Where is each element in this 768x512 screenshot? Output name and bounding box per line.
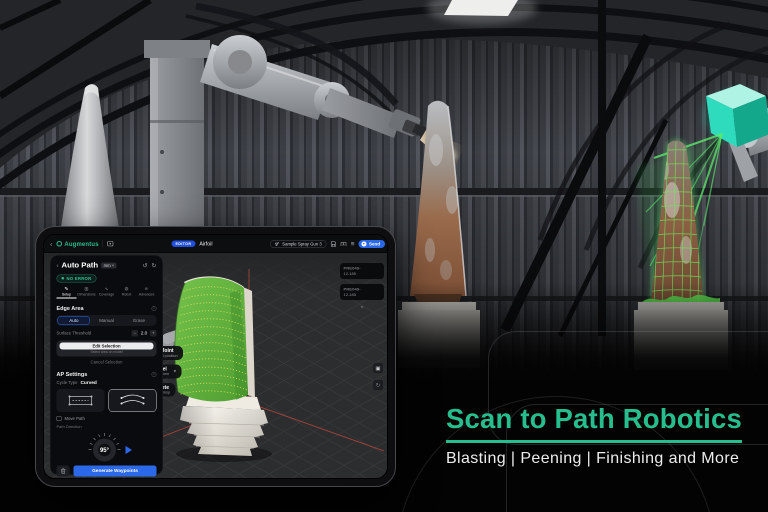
send-arrow-icon: ▸ bbox=[361, 241, 366, 246]
panel-back-icon[interactable]: ‹ bbox=[57, 262, 59, 269]
brand-mark-icon bbox=[56, 241, 62, 247]
info-card[interactable]: PRE049- 12-185 bbox=[340, 284, 384, 300]
plus-button[interactable]: + bbox=[150, 330, 157, 337]
cycle-type-value: Curved bbox=[80, 380, 96, 386]
info-card-line: PRE049- bbox=[344, 266, 381, 271]
tab-label: Robot bbox=[117, 293, 137, 297]
info-icon[interactable]: i bbox=[152, 306, 157, 311]
brand-logo: Augmentus bbox=[56, 240, 98, 247]
headline-underline bbox=[446, 440, 742, 443]
blade-model[interactable] bbox=[175, 276, 255, 401]
send-button[interactable]: ▸ Send bbox=[358, 240, 385, 248]
path-direction-label: Path Direction bbox=[57, 424, 157, 429]
spray-gun-label: Sample Spray Gun 3 bbox=[282, 241, 321, 246]
dimensions-icon: ⊞ bbox=[77, 286, 97, 292]
cycle-type-label: Cycle Type bbox=[57, 380, 78, 385]
mode-badge: EDITOR bbox=[171, 241, 195, 248]
threshold-label: Surface Threshold bbox=[57, 331, 130, 336]
tab-label: Dimensions bbox=[77, 293, 97, 297]
back-icon[interactable]: ‹ bbox=[50, 240, 52, 247]
tab-label: Advanced bbox=[137, 293, 157, 297]
cancel-selection-button[interactable]: Cancel Selection bbox=[57, 359, 157, 364]
info-icon[interactable]: i bbox=[152, 372, 157, 377]
workspace-icon[interactable] bbox=[107, 241, 114, 247]
minus-button[interactable]: − bbox=[132, 330, 139, 337]
info-cards: PRE049- 12-185 PRE049- 12-185 ▾ bbox=[340, 263, 384, 310]
tab-advanced[interactable]: ≡ Advanced bbox=[137, 286, 157, 298]
pencil-icon: ✎ bbox=[57, 286, 77, 292]
status-badge: NO ERROR bbox=[57, 274, 97, 282]
brand-name: Augmentus bbox=[64, 240, 98, 247]
info-card-line: 12-185 bbox=[344, 272, 381, 277]
move-path-checkbox[interactable] bbox=[57, 416, 62, 421]
marketing-banner: Scan to Path Robotics Blasting | Peening… bbox=[0, 0, 768, 512]
chevron-down-icon[interactable]: ▾ bbox=[340, 305, 384, 310]
info-card-line: PRE049- bbox=[344, 287, 381, 292]
flat-path-option[interactable] bbox=[57, 389, 105, 412]
edge-area-heading: Edge Area bbox=[57, 305, 84, 311]
panel-tabs: ✎ Setup ⊞ Dimensions ∿ Coverage ⚙ bbox=[57, 286, 157, 298]
panel-title: Auto Path bbox=[62, 261, 99, 270]
status-label: NO ERROR bbox=[67, 276, 92, 281]
status-dot-icon bbox=[62, 277, 65, 280]
tab-robot[interactable]: ⚙ Robot bbox=[117, 286, 137, 298]
edit-selection-button[interactable]: Edit Selection bbox=[60, 342, 154, 349]
headline-block: Scan to Path Robotics Blasting | Peening… bbox=[446, 403, 742, 468]
chevron-down-icon: ▾ bbox=[174, 369, 176, 375]
coverage-icon: ∿ bbox=[97, 286, 117, 292]
tab-coverage[interactable]: ∿ Coverage bbox=[97, 286, 117, 298]
save-icon[interactable] bbox=[331, 241, 337, 247]
tab-dimensions[interactable]: ⊞ Dimensions bbox=[77, 286, 97, 298]
move-path-label: Move Path bbox=[65, 416, 85, 421]
view-cube-icon[interactable]: ▣ bbox=[373, 363, 383, 373]
project-name: Airfoil bbox=[199, 241, 212, 247]
sliders-icon: ≡ bbox=[137, 286, 157, 292]
edit-selection-block: Edit Selection Select area on model bbox=[57, 340, 157, 356]
subheadline: Blasting | Peening | Finishing and More bbox=[446, 450, 742, 468]
headline: Scan to Path Robotics bbox=[446, 403, 742, 435]
app-topbar: ‹ Augmentus EDITOR Airfoil Sa bbox=[44, 235, 388, 253]
chevron-down-icon: ▾ bbox=[112, 264, 114, 268]
units-dropdown[interactable]: mm ▾ bbox=[101, 263, 116, 269]
mode-manual[interactable]: Manual bbox=[90, 316, 123, 325]
discard-button[interactable] bbox=[57, 465, 70, 476]
generate-waypoints-button[interactable]: Generate Waypoints bbox=[74, 465, 157, 476]
play-icon[interactable] bbox=[126, 446, 133, 454]
mode-auto[interactable]: Auto bbox=[58, 316, 91, 325]
ap-settings-heading: AP Settings bbox=[57, 371, 88, 377]
edit-selection-caption: Select area on model bbox=[60, 350, 154, 354]
redo-icon[interactable]: ↻ bbox=[151, 262, 156, 269]
spray-gun-selector[interactable]: Sample Spray Gun 3 bbox=[270, 240, 326, 248]
tablet-screen: ‹ Augmentus EDITOR Airfoil Sa bbox=[43, 234, 388, 479]
auto-path-panel: ‹ Auto Path mm ▾ ↺ ↻ bbox=[50, 255, 163, 475]
orbit-icon[interactable]: ↻ bbox=[373, 380, 383, 390]
edge-mode-segmented: Auto Manual Erase bbox=[57, 315, 157, 326]
robot-cell-icon[interactable] bbox=[341, 241, 347, 247]
info-card[interactable]: PRE049- 12-185 bbox=[340, 263, 384, 279]
curved-path-option[interactable] bbox=[109, 389, 157, 412]
tab-setup[interactable]: ✎ Setup bbox=[57, 286, 77, 298]
angle-value: 95° bbox=[100, 448, 110, 454]
menu-icon[interactable]: ≡ bbox=[351, 241, 355, 248]
path-direction-dial[interactable]: 95° bbox=[57, 429, 157, 465]
divider bbox=[103, 240, 104, 248]
undo-icon[interactable]: ↺ bbox=[142, 262, 147, 269]
send-label: Send bbox=[369, 241, 380, 246]
info-card-line: 12-185 bbox=[344, 293, 381, 298]
threshold-value[interactable]: 2.0 bbox=[140, 330, 148, 336]
tab-label: Coverage bbox=[97, 293, 117, 297]
gear-icon: ⚙ bbox=[117, 286, 137, 292]
viewport-tools: ▣ ↻ bbox=[373, 363, 383, 390]
tab-label: Setup bbox=[57, 293, 77, 297]
tablet-device: ‹ Augmentus EDITOR Airfoil Sa bbox=[35, 226, 396, 487]
mode-erase[interactable]: Erase bbox=[123, 316, 156, 325]
units-value: mm bbox=[104, 263, 111, 268]
